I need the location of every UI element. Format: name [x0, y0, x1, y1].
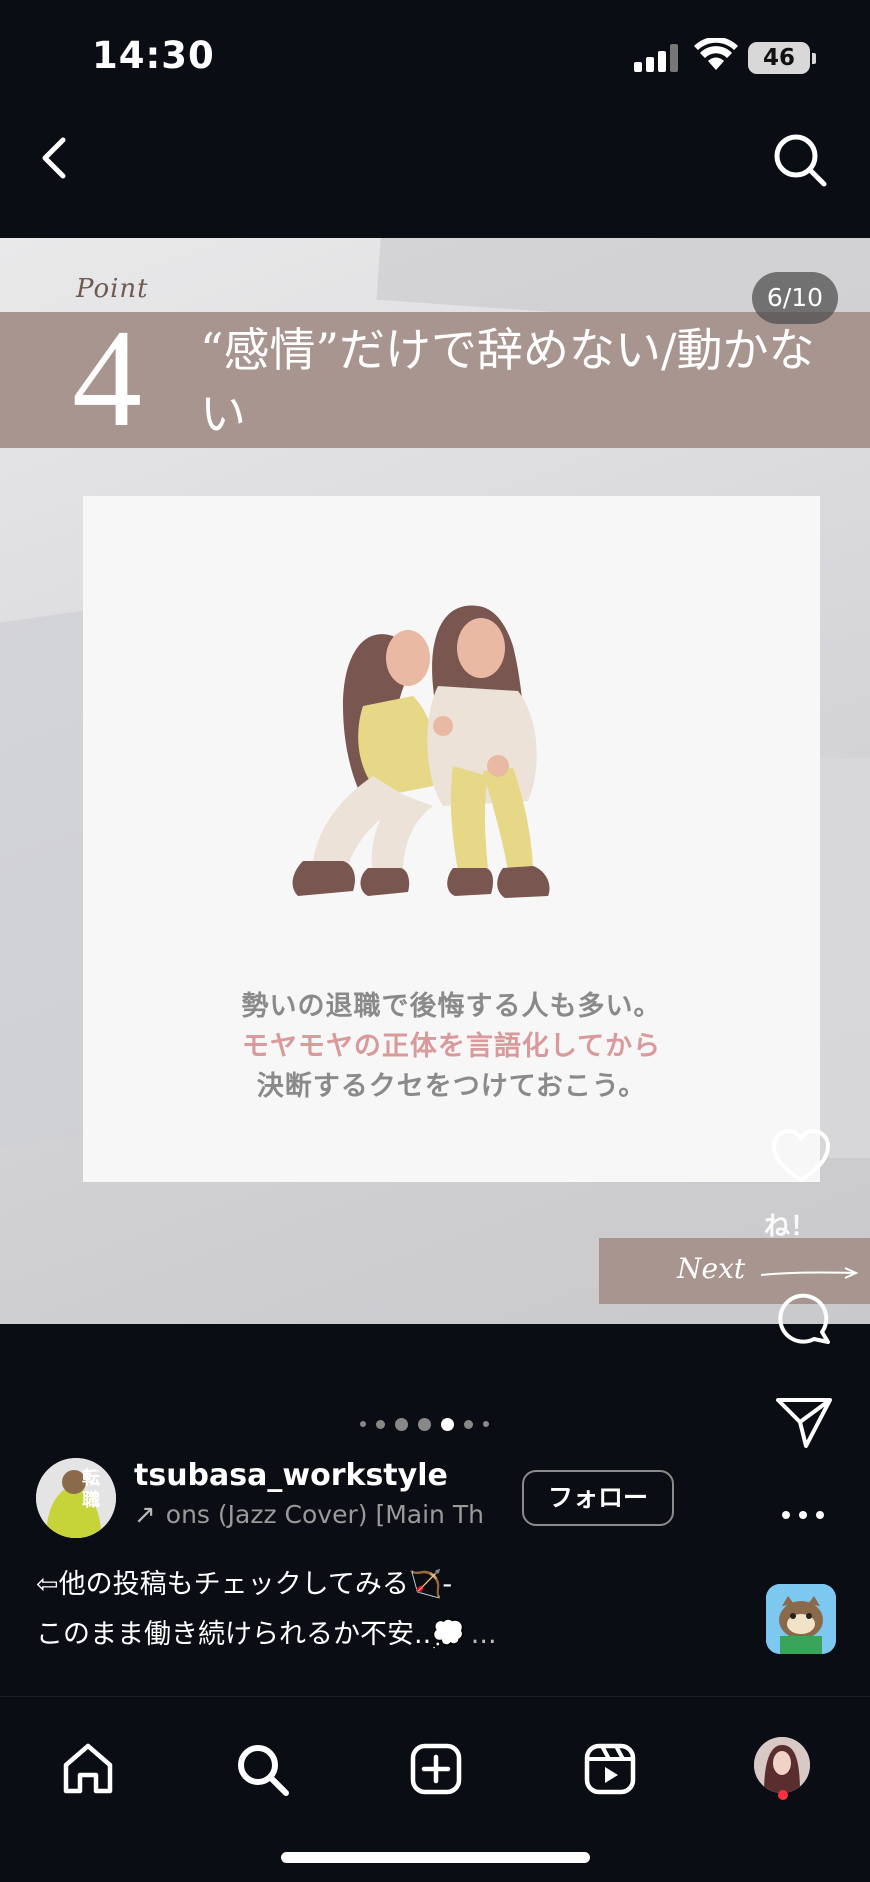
author-avatar[interactable]: 転職 [36, 1458, 116, 1538]
carousel-dot [395, 1417, 408, 1431]
search-icon[interactable] [234, 1741, 290, 1797]
slide-title: “感情”だけで辞めない/動かない [200, 323, 815, 441]
search-icon[interactable] [770, 130, 830, 190]
carousel-dot [483, 1421, 489, 1427]
music-arrow-icon: ↗ [134, 1500, 156, 1530]
comment-icon[interactable] [776, 1290, 832, 1346]
carousel-dot [441, 1417, 454, 1431]
carousel-dots [360, 1414, 520, 1434]
point-label: Point [76, 274, 149, 304]
carousel-dot [360, 1421, 366, 1427]
notification-dot [778, 1790, 788, 1800]
next-label: Next [677, 1252, 746, 1285]
heart-icon[interactable] [770, 1128, 832, 1184]
home-indicator[interactable] [281, 1852, 590, 1863]
card-line-2-highlight: モヤモヤの正体を言語化してから [241, 1031, 662, 1062]
author-username[interactable]: tsubasa_workstyle [134, 1458, 448, 1493]
create-icon[interactable] [408, 1741, 464, 1797]
carousel-dot [464, 1419, 473, 1429]
profile-avatar[interactable] [754, 1737, 810, 1793]
caption-line-2[interactable]: このまま働き続けられるか不安..💭... [36, 1612, 497, 1651]
point-number: 4 [72, 301, 142, 456]
card-line-1: 勢いの退職で後悔する人も多い。 [241, 991, 662, 1022]
caption-line-1: ⇦他の投稿もチェックしてみる🏹- [36, 1569, 453, 1600]
follow-button[interactable]: フォロー [522, 1470, 674, 1526]
reels-icon[interactable] [582, 1741, 638, 1797]
music-title: ons (Jazz Cover) [Main Th [165, 1500, 484, 1529]
home-icon[interactable] [60, 1741, 116, 1797]
music-row[interactable]: ↗ ons (Jazz Cover) [Main Th [134, 1500, 494, 1536]
caption-line-2-text: このまま働き続けられるか不安..💭 [36, 1619, 465, 1650]
profile-avatar-image [754, 1737, 810, 1793]
carousel-dot [418, 1417, 431, 1431]
audio-thumbnail[interactable] [766, 1584, 836, 1654]
caption-more-link[interactable]: ... [471, 1619, 497, 1650]
avatar-text: 転職 [82, 1468, 100, 1511]
status-bar: 14:30 46 [0, 0, 870, 110]
status-time: 14:30 [92, 34, 215, 77]
send-icon[interactable] [774, 1394, 834, 1450]
more-horizontal-icon[interactable] [778, 1500, 828, 1530]
slide-counter: 6/10 [752, 272, 838, 324]
post-image[interactable]: Point 4 “感情”だけで辞めない/動かない 6/10 勢いの退職で後悔する… [0, 238, 870, 1324]
arrow-right-icon [760, 1267, 859, 1279]
battery-indicator: 46 [748, 42, 816, 74]
carousel-dot [376, 1419, 385, 1429]
cellular-signal-icon [634, 44, 680, 72]
two-women-illustration [292, 605, 550, 898]
card-line-3: 決断するクセをつけておこう。 [256, 1071, 647, 1102]
chevron-left-icon[interactable] [30, 130, 80, 186]
raccoon-character-icon [766, 1584, 836, 1654]
wifi-icon [694, 38, 738, 70]
content-card: 勢いの退職で後悔する人も多い。 モヤモヤの正体を言語化してから 決断するクセをつ… [83, 496, 820, 1182]
